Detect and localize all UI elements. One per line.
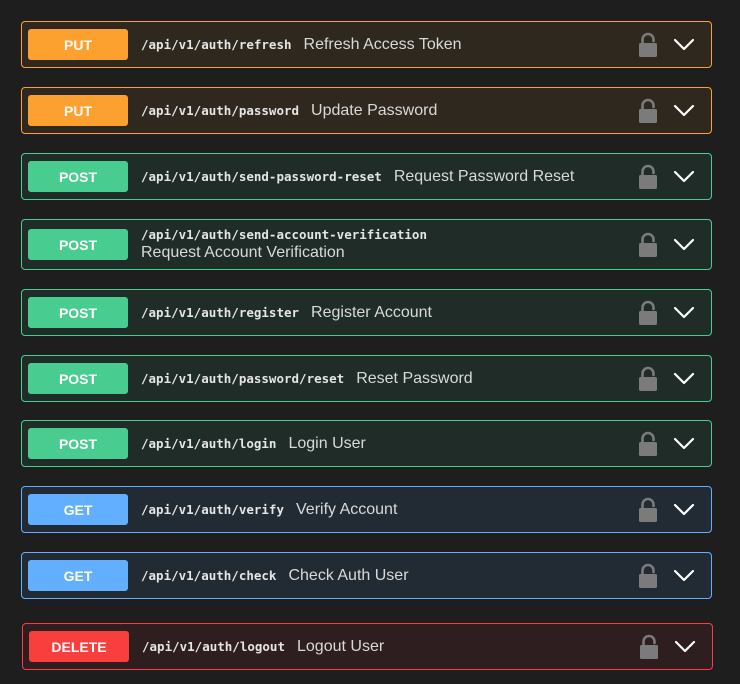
lock-icon[interactable]	[637, 563, 659, 589]
lock-icon[interactable]	[638, 634, 660, 660]
operation-row[interactable]: GET /api/v1/auth/verify Verify Account	[21, 486, 712, 533]
operation-path: /api/v1/auth/password/reset	[141, 370, 345, 386]
operation-row[interactable]: PUT /api/v1/auth/refresh Refresh Access …	[21, 21, 712, 68]
operation-path: /api/v1/auth/check	[141, 567, 277, 583]
lock-icon[interactable]	[637, 32, 659, 58]
operations-list: PUT /api/v1/auth/refresh Refresh Access …	[0, 0, 740, 684]
lock-icon[interactable]	[637, 497, 659, 523]
operation-info: /api/v1/auth/register Register Account	[141, 304, 637, 322]
operation-row[interactable]: POST /api/v1/auth/login Login User	[21, 420, 712, 467]
method-badge: PUT	[28, 95, 128, 126]
operation-row[interactable]: DELETE /api/v1/auth/logout Logout User	[22, 623, 713, 670]
operation-path: /api/v1/auth/register	[141, 304, 300, 320]
operation-path: /api/v1/auth/send-password-reset	[141, 168, 382, 184]
method-badge: POST	[28, 363, 128, 394]
operation-summary: Request Password Reset	[393, 167, 575, 185]
operation-path: /api/v1/auth/login	[141, 435, 277, 451]
operation-summary: Update Password	[311, 101, 438, 119]
operation-summary: Verify Account	[296, 500, 398, 518]
operation-path: /api/v1/auth/send-account-verification	[141, 227, 427, 242]
operation-path: /api/v1/auth/password	[141, 102, 300, 118]
operation-info: /api/v1/auth/refresh Refresh Access Toke…	[141, 36, 637, 54]
method-badge: GET	[28, 494, 128, 525]
operation-row[interactable]: PUT /api/v1/auth/password Update Passwor…	[21, 87, 712, 134]
operation-summary: Request Account Verification	[141, 244, 345, 261]
operation-summary: Register Account	[311, 303, 432, 321]
method-badge: POST	[28, 229, 128, 260]
operation-summary: Refresh Access Token	[303, 35, 462, 53]
operation-summary: Reset Password	[356, 369, 473, 387]
method-badge: GET	[28, 560, 128, 591]
chevron-down-icon[interactable]	[673, 238, 695, 252]
method-badge: DELETE	[29, 631, 129, 662]
chevron-down-icon[interactable]	[673, 38, 695, 52]
chevron-down-icon[interactable]	[673, 569, 695, 583]
operation-info: /api/v1/auth/send-password-reset Request…	[141, 168, 637, 186]
operation-info: /api/v1/auth/send-account-verification R…	[141, 227, 637, 262]
operation-info: /api/v1/auth/logout Logout User	[142, 638, 638, 656]
operation-info: /api/v1/auth/password/reset Reset Passwo…	[141, 370, 637, 388]
method-badge: POST	[28, 428, 128, 459]
operation-row[interactable]: POST /api/v1/auth/send-password-reset Re…	[21, 153, 712, 200]
operation-info: /api/v1/auth/login Login User	[141, 435, 637, 453]
chevron-down-icon[interactable]	[673, 437, 695, 451]
lock-icon[interactable]	[637, 431, 659, 457]
chevron-down-icon[interactable]	[673, 306, 695, 320]
chevron-down-icon[interactable]	[673, 170, 695, 184]
operation-row[interactable]: GET /api/v1/auth/check Check Auth User	[21, 552, 712, 599]
method-badge: POST	[28, 297, 128, 328]
chevron-down-icon[interactable]	[674, 640, 696, 654]
lock-icon[interactable]	[637, 232, 659, 258]
operation-row[interactable]: POST /api/v1/auth/register Register Acco…	[21, 289, 712, 336]
lock-icon[interactable]	[637, 366, 659, 392]
method-badge: POST	[28, 161, 128, 192]
operation-path: /api/v1/auth/logout	[142, 638, 285, 654]
operation-info: /api/v1/auth/password Update Password	[141, 102, 637, 120]
lock-icon[interactable]	[637, 300, 659, 326]
operation-summary: Logout User	[297, 637, 385, 655]
operation-info: /api/v1/auth/check Check Auth User	[141, 567, 637, 585]
chevron-down-icon[interactable]	[673, 372, 695, 386]
operation-row[interactable]: POST /api/v1/auth/password/reset Reset P…	[21, 355, 712, 402]
operation-summary: Login User	[288, 434, 366, 452]
lock-icon[interactable]	[637, 164, 659, 190]
operation-row[interactable]: POST /api/v1/auth/send-account-verificat…	[21, 219, 712, 270]
operation-path: /api/v1/auth/refresh	[141, 36, 292, 52]
operation-path: /api/v1/auth/verify	[141, 501, 284, 517]
lock-icon[interactable]	[637, 98, 659, 124]
chevron-down-icon[interactable]	[673, 104, 695, 118]
operation-summary: Check Auth User	[288, 566, 409, 584]
method-badge: PUT	[28, 29, 128, 60]
chevron-down-icon[interactable]	[673, 503, 695, 517]
operation-info: /api/v1/auth/verify Verify Account	[141, 501, 637, 519]
